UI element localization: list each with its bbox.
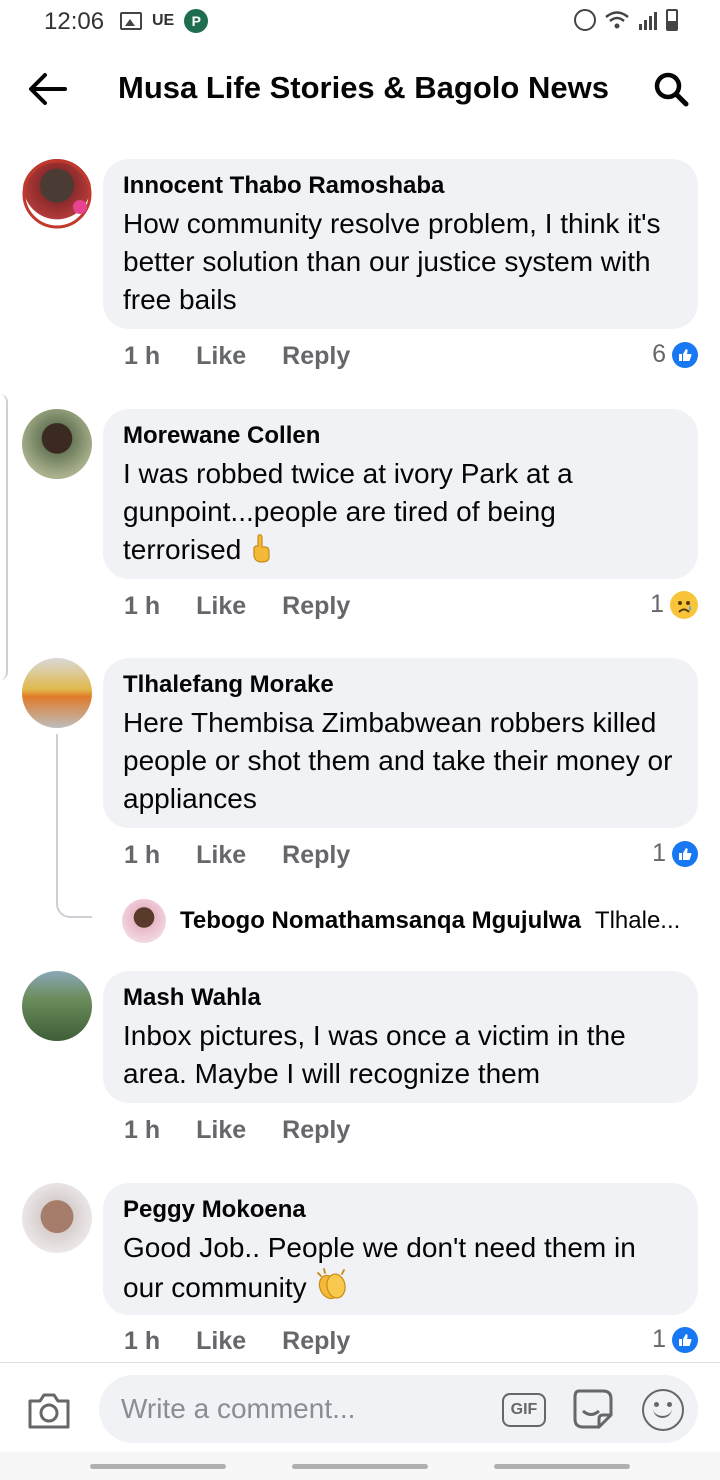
avatar[interactable] [22, 1183, 92, 1253]
comment-text: I was robbed twice at ivory Park at a gu… [123, 458, 573, 565]
thumbs-up-icon [672, 341, 698, 368]
emoji-button[interactable] [642, 1389, 684, 1431]
like-button[interactable]: Like [196, 342, 246, 371]
reply-preview[interactable]: Tebogo Nomathamsanqa Mgujulwa Tlhale... [122, 899, 700, 943]
comment-bubble: Tlhalefang Morake Here Thembisa Zimbabwe… [103, 658, 698, 828]
comment-time[interactable]: 1 h [124, 841, 160, 870]
wifi-icon [605, 11, 629, 29]
avatar[interactable] [22, 658, 92, 728]
reaction-summary[interactable]: 1 [650, 590, 698, 619]
reaction-count: 6 [652, 340, 666, 368]
app-bar: Musa Life Stories & Bagolo News [0, 48, 720, 128]
avatar[interactable] [22, 159, 92, 229]
reaction-count: 1 [650, 590, 664, 618]
reaction-summary[interactable]: 1 [652, 1325, 698, 1354]
reply-button[interactable]: Reply [282, 841, 350, 870]
reaction-count: 1 [652, 839, 666, 867]
camera-icon [28, 1393, 70, 1429]
alarm-icon [574, 9, 596, 31]
comment-time[interactable]: 1 h [124, 342, 160, 371]
comment-actions: 1 h Like Reply [124, 1116, 350, 1145]
status-bar: 12:06 UE P [0, 0, 720, 44]
comment-time[interactable]: 1 h [124, 592, 160, 621]
avatar-frame [22, 159, 92, 229]
gif-button[interactable]: GIF [502, 1393, 546, 1427]
arrow-left-icon [29, 73, 67, 105]
sad-face-icon [670, 590, 698, 619]
system-nav-bar [0, 1452, 720, 1480]
reaction-summary[interactable]: 6 [652, 340, 698, 369]
comment-text: How community resolve problem, I think i… [123, 208, 661, 315]
comment-time[interactable]: 1 h [124, 1327, 160, 1356]
nav-recents-handle[interactable] [90, 1464, 226, 1469]
reply-button[interactable]: Reply [282, 342, 350, 371]
like-button[interactable]: Like [196, 841, 246, 870]
comment-bubble: Innocent Thabo Ramoshaba How community r… [103, 159, 698, 329]
camera-button[interactable] [26, 1391, 72, 1431]
comment-bubble: Peggy Mokoena Good Job.. People we don't… [103, 1183, 698, 1315]
page-title: Musa Life Stories & Bagolo News [118, 70, 609, 105]
signal-icon [639, 12, 657, 30]
carrier-label: UE [152, 12, 175, 29]
comment-bubble: Morewane Collen I was robbed twice at iv… [103, 409, 698, 579]
avatar[interactable] [22, 409, 92, 479]
reply-text: Tlhale... [594, 907, 681, 934]
like-button[interactable]: Like [196, 592, 246, 621]
comment-text: Good Job.. People we don't need them in … [123, 1232, 636, 1303]
comment-actions: 1 h Like Reply [124, 592, 350, 621]
reply-button[interactable]: Reply [282, 1327, 350, 1356]
thumbs-up-icon [672, 1326, 698, 1353]
gallery-notification-icon [120, 12, 142, 30]
comment-bubble: Mash Wahla Inbox pictures, I was once a … [103, 971, 698, 1103]
comment-actions: 1 h Like Reply [124, 342, 350, 371]
sticker-button[interactable] [571, 1387, 615, 1431]
comment-author[interactable]: Mash Wahla [123, 983, 678, 1013]
clapping-hands-icon [317, 1268, 347, 1300]
battery-icon [666, 9, 678, 31]
comment-author[interactable]: Peggy Mokoena [123, 1195, 678, 1225]
nav-back-handle[interactable] [494, 1464, 630, 1469]
back-button[interactable] [24, 66, 70, 112]
app-notification-icon: P [184, 9, 209, 33]
comment-author[interactable]: Innocent Thabo Ramoshaba [123, 171, 678, 201]
comment-author[interactable]: Morewane Collen [123, 421, 678, 451]
comment-text: Here Thembisa Zimbabwean robbers killed … [123, 707, 673, 814]
search-button[interactable] [648, 66, 694, 112]
comment-text: Inbox pictures, I was once a victim in t… [123, 1020, 626, 1089]
comment-author[interactable]: Tlhalefang Morake [123, 670, 678, 700]
comment-actions: 1 h Like Reply [124, 841, 350, 870]
reaction-summary[interactable]: 1 [652, 839, 698, 868]
comment-actions: 1 h Like Reply [124, 1327, 350, 1356]
thumbs-up-icon [672, 840, 698, 867]
thread-connector [56, 734, 92, 918]
fingers-crossed-icon [253, 534, 270, 563]
comment-composer: GIF [0, 1362, 720, 1452]
nav-home-handle[interactable] [292, 1464, 428, 1469]
like-button[interactable]: Like [196, 1327, 246, 1356]
smiley-icon [653, 1407, 672, 1418]
reply-button[interactable]: Reply [282, 1116, 350, 1145]
sticker-icon [573, 1389, 613, 1429]
avatar[interactable] [22, 971, 92, 1041]
like-button[interactable]: Like [196, 1116, 246, 1145]
reaction-count: 1 [652, 1325, 666, 1353]
avatar [122, 899, 166, 943]
search-icon [654, 72, 689, 107]
status-time: 12:06 [44, 8, 105, 35]
comment-time[interactable]: 1 h [124, 1116, 160, 1145]
scroll-edge-indicator [0, 394, 8, 680]
reply-author: Tebogo Nomathamsanqa Mgujulwa [180, 907, 581, 934]
reply-button[interactable]: Reply [282, 592, 350, 621]
